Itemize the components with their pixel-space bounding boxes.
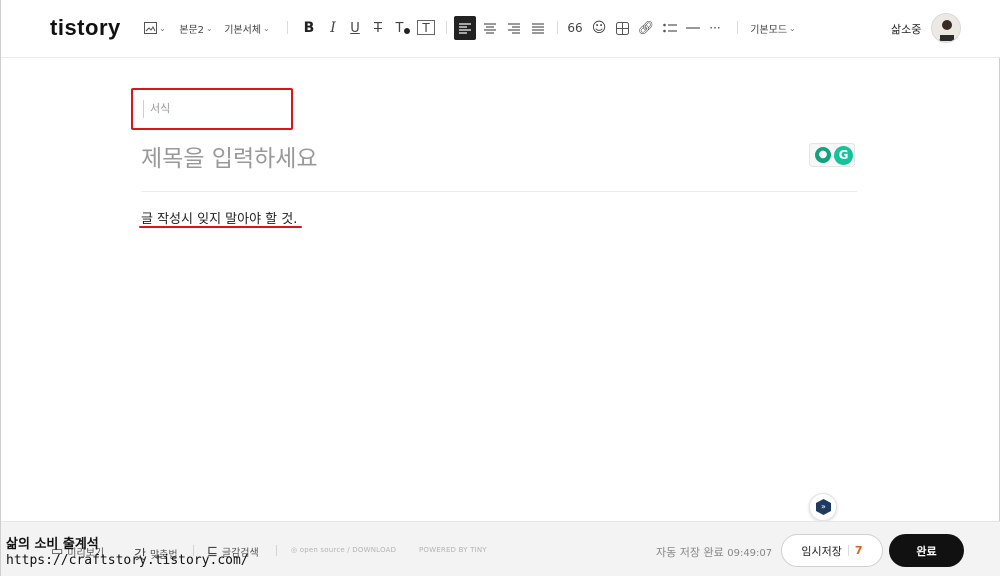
text-color-label: T (395, 20, 404, 36)
table-icon (615, 21, 629, 35)
user-name[interactable]: 삶소중 (891, 21, 921, 37)
align-justify-button[interactable] (527, 17, 549, 39)
grammarly-icon[interactable]: G (834, 146, 853, 165)
text-background-button[interactable]: T (417, 20, 435, 35)
bottom-divider (276, 545, 277, 556)
red-underline-annotation (139, 226, 302, 228)
autosave-status: 자동 저장 완료 09:49:07 (656, 544, 772, 560)
chevron-down-icon: ⌄ (263, 23, 270, 33)
align-right-icon (508, 22, 520, 34)
hexagon-icon: » (816, 499, 831, 515)
bullet-list-icon (663, 23, 677, 33)
save-draft-button[interactable]: 임시저장 7 (781, 534, 883, 567)
chevron-down-icon: ⌄ (789, 23, 796, 33)
align-left-icon (459, 22, 471, 34)
align-right-button[interactable] (503, 17, 525, 39)
chevron-down-icon: ⌄ (159, 23, 166, 33)
toolbar-divider (737, 21, 738, 34)
autosave-time: 09:49:07 (727, 548, 773, 559)
image-icon (144, 22, 158, 34)
open-source-label: open source / DOWNLOAD (299, 546, 397, 554)
editor-mode-dropdown[interactable]: 기본모드 ⌄ (748, 17, 798, 39)
save-draft-label: 임시저장 (801, 544, 842, 558)
paragraph-style-value: 본문2 (179, 24, 205, 36)
title-divider (141, 191, 857, 192)
floating-assistant-button[interactable]: » (809, 493, 837, 521)
toolbar-divider (557, 21, 558, 34)
watermark-url: https://craftstory.tistory.com/ (6, 553, 249, 568)
horizontal-rule-button[interactable] (683, 17, 703, 39)
italic-button[interactable]: I (323, 17, 343, 39)
align-justify-icon (532, 22, 544, 34)
draft-count-badge[interactable]: 7 (855, 544, 863, 557)
color-dot-icon (404, 28, 411, 34)
tistory-logo[interactable]: tistory (50, 15, 121, 41)
link-icon: 🔗︎ (637, 20, 655, 36)
emoji-button[interactable]: ☺ (589, 17, 609, 39)
align-center-button[interactable] (479, 17, 501, 39)
table-button[interactable] (612, 17, 632, 39)
top-toolbar: tistory ⌄ 본문2 ⌄ 기본서체 ⌄ B I U T T T 66 ☺ … (1, 0, 1000, 58)
editor-body-text[interactable]: 글 작성시 잊지 말아야 할 것. (141, 208, 297, 227)
toolbar-divider (287, 21, 288, 34)
align-left-button[interactable] (454, 16, 476, 40)
bold-button[interactable]: B (299, 17, 319, 39)
more-options-button[interactable]: ··· (705, 17, 725, 39)
publish-done-button[interactable]: 완료 (889, 534, 964, 567)
lightbulb-icon[interactable]: ● (815, 147, 831, 163)
open-source-icon: ◎ (291, 546, 300, 554)
bullet-list-button[interactable] (659, 17, 681, 39)
font-family-value: 기본서체 (224, 24, 262, 36)
grammarly-widget[interactable]: ● G (809, 143, 855, 167)
smiley-icon: ☺ (591, 20, 607, 36)
editor-mode-value: 기본모드 (750, 24, 788, 36)
font-family-dropdown[interactable]: 기본서체 ⌄ (222, 17, 272, 39)
editor-window: tistory ⌄ 본문2 ⌄ 기본서체 ⌄ B I U T T T 66 ☺ … (0, 0, 1000, 576)
quote-button[interactable]: 66 (565, 17, 585, 39)
autosave-label: 자동 저장 완료 (656, 546, 724, 559)
image-insert-button[interactable]: ⌄ (143, 17, 167, 39)
horizontal-line-icon (686, 27, 700, 29)
powered-by-text: POWERED BY TINY (419, 546, 487, 554)
format-selector-highlight: 서식 (131, 88, 293, 130)
align-center-icon (484, 22, 496, 34)
profile-photo-icon (932, 14, 960, 42)
toolbar-divider (446, 21, 447, 34)
underline-button[interactable]: U (345, 17, 365, 39)
strikethrough-button[interactable]: T (368, 17, 388, 39)
paragraph-style-dropdown[interactable]: 본문2 ⌄ (177, 17, 215, 39)
open-source-link[interactable]: ◎ open source / DOWNLOAD (291, 546, 396, 554)
link-button[interactable]: 🔗︎ (636, 17, 656, 39)
text-color-button[interactable]: T (392, 17, 414, 39)
draft-divider (847, 545, 849, 556)
title-input[interactable]: 제목을 입력하세요 (141, 139, 318, 173)
watermark-blog-name: 삶의 소비 출계석 (6, 537, 99, 552)
avatar[interactable] (931, 13, 961, 43)
format-selector[interactable]: 서식 (143, 100, 283, 118)
chevron-down-icon: ⌄ (206, 23, 213, 33)
